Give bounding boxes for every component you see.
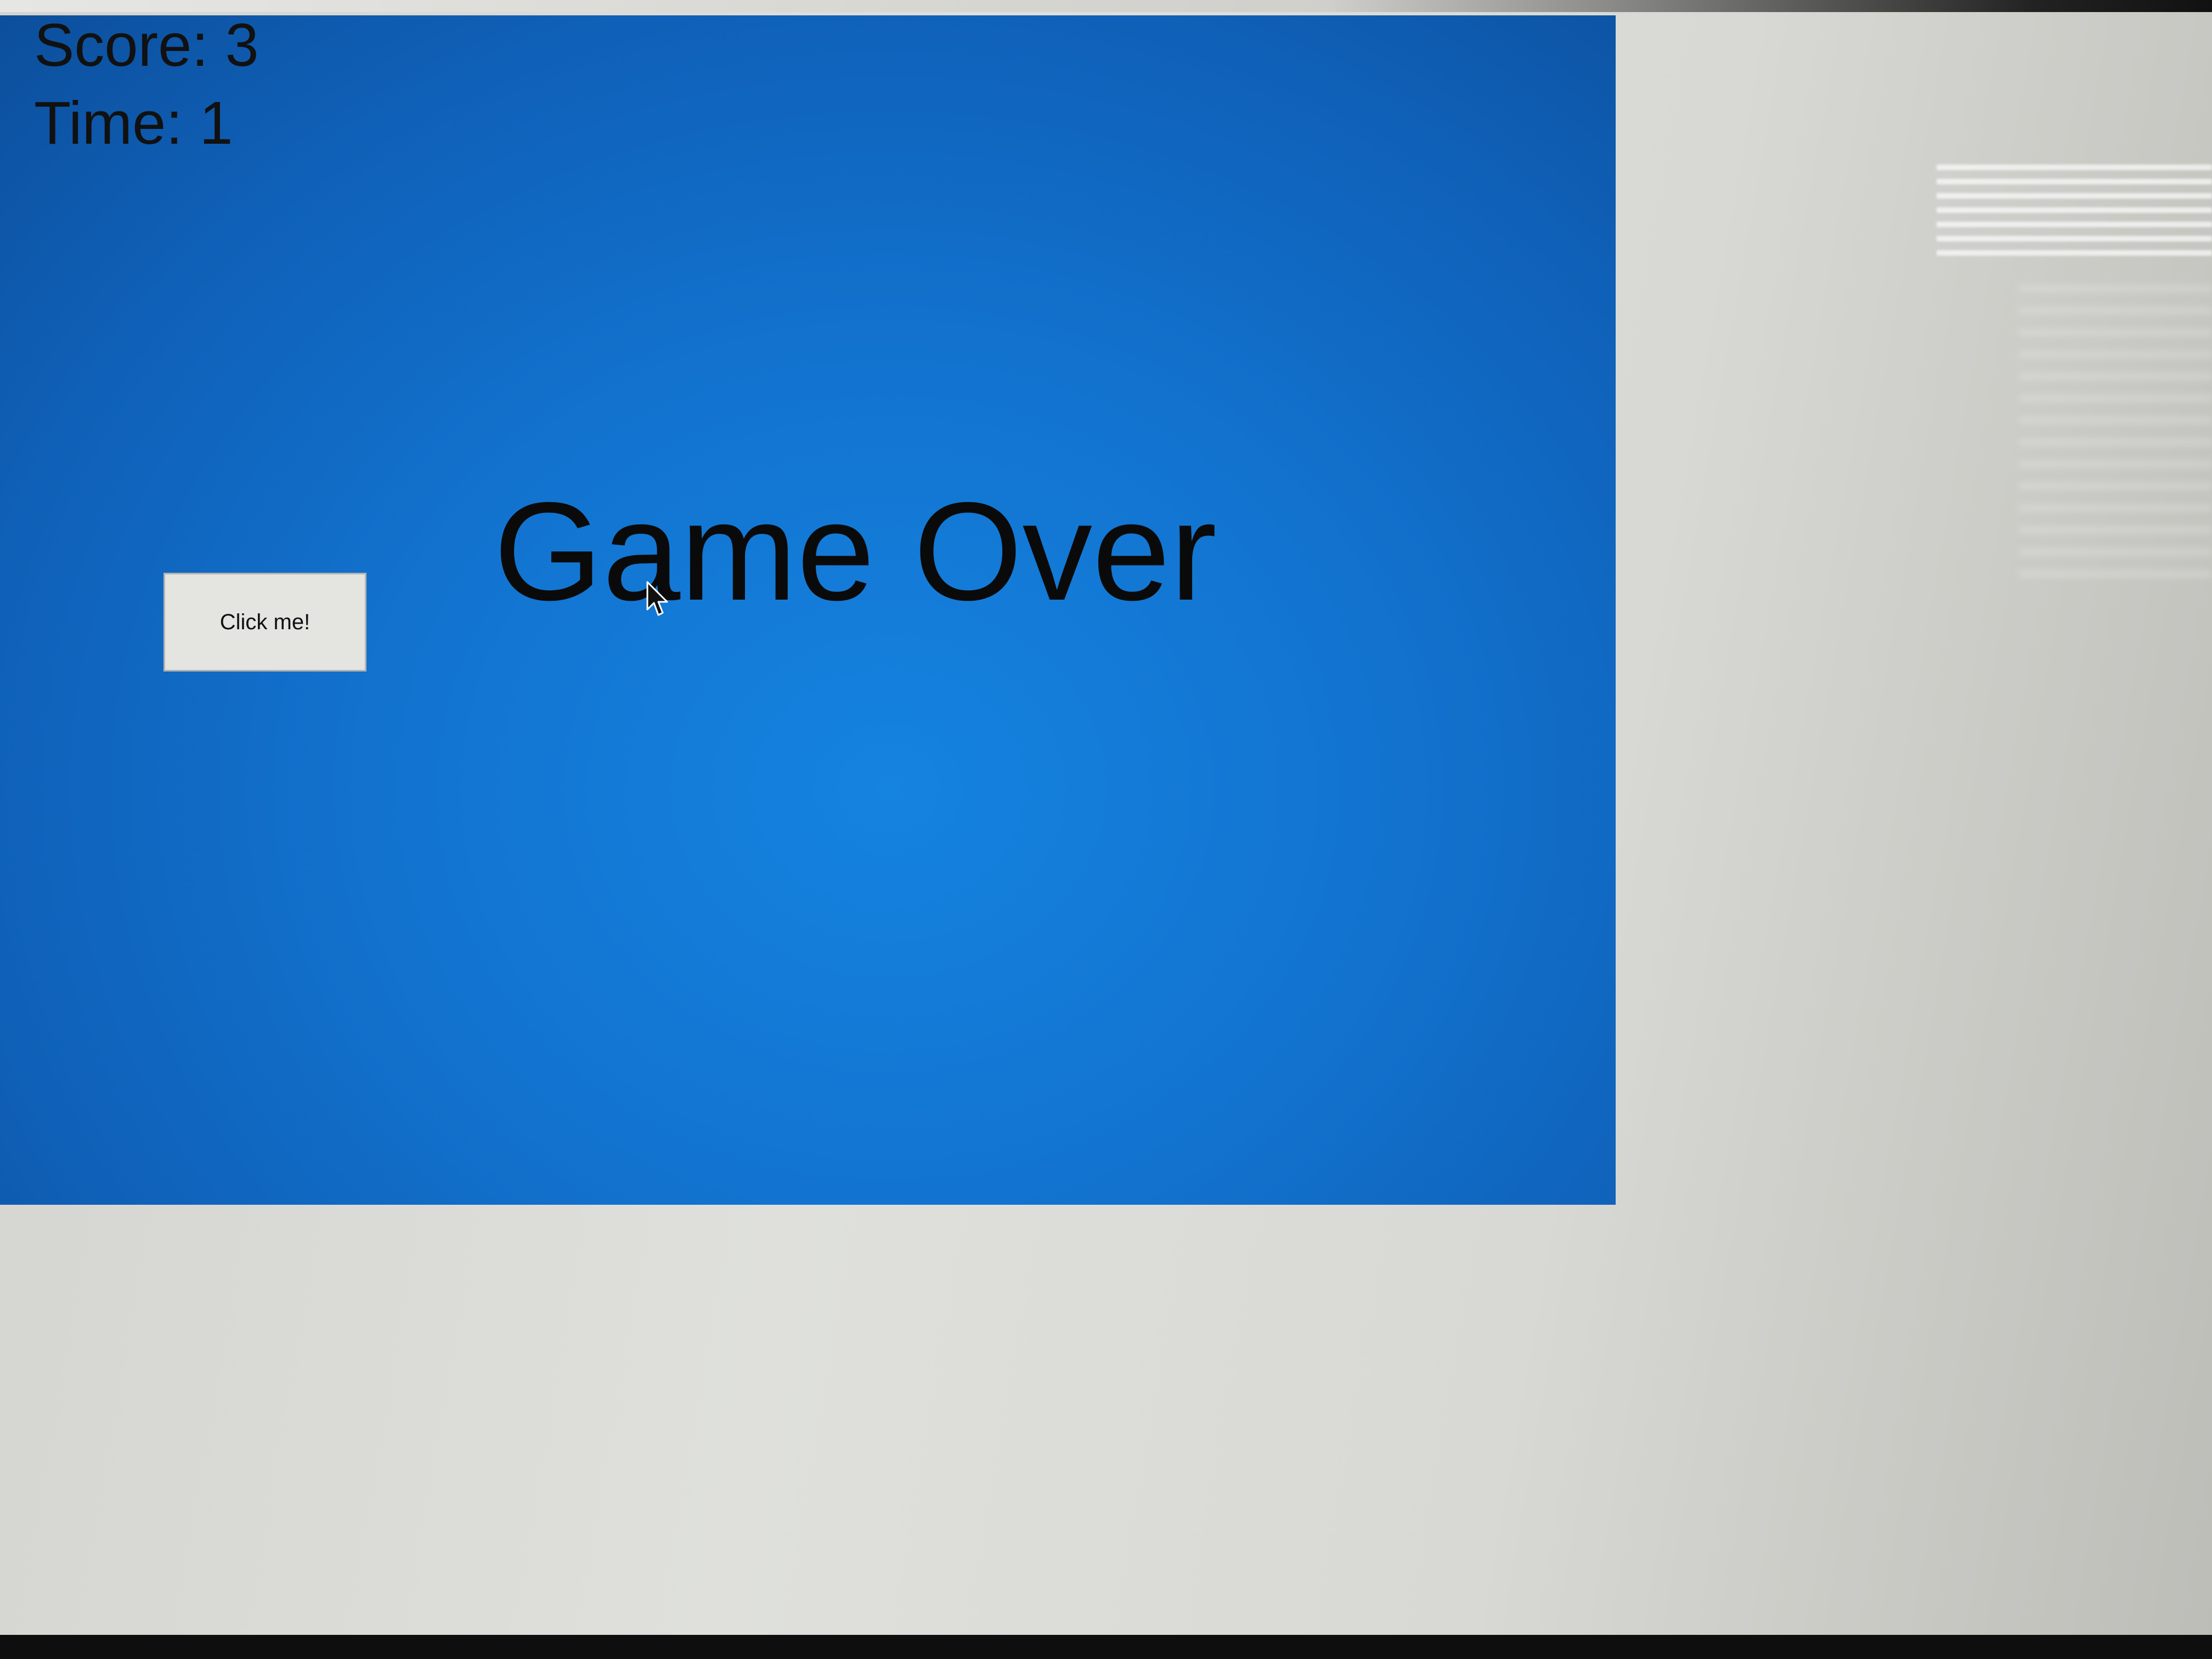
window-glare-reflection — [1937, 165, 2212, 263]
score-display: Score: 3 — [34, 12, 259, 79]
screen-bottom-edge — [0, 1635, 2212, 1659]
mouse-pointer-icon — [646, 581, 668, 616]
screen-top-edge — [0, 0, 2212, 12]
time-display: Time: 1 — [34, 89, 233, 157]
game-canvas[interactable]: Score: 3 Time: 1 Game Over Click me! — [0, 15, 1616, 1205]
click-me-button[interactable]: Click me! — [163, 573, 366, 672]
window-glare-reflection-faint — [2019, 285, 2212, 592]
game-over-text: Game Over — [494, 473, 1217, 630]
